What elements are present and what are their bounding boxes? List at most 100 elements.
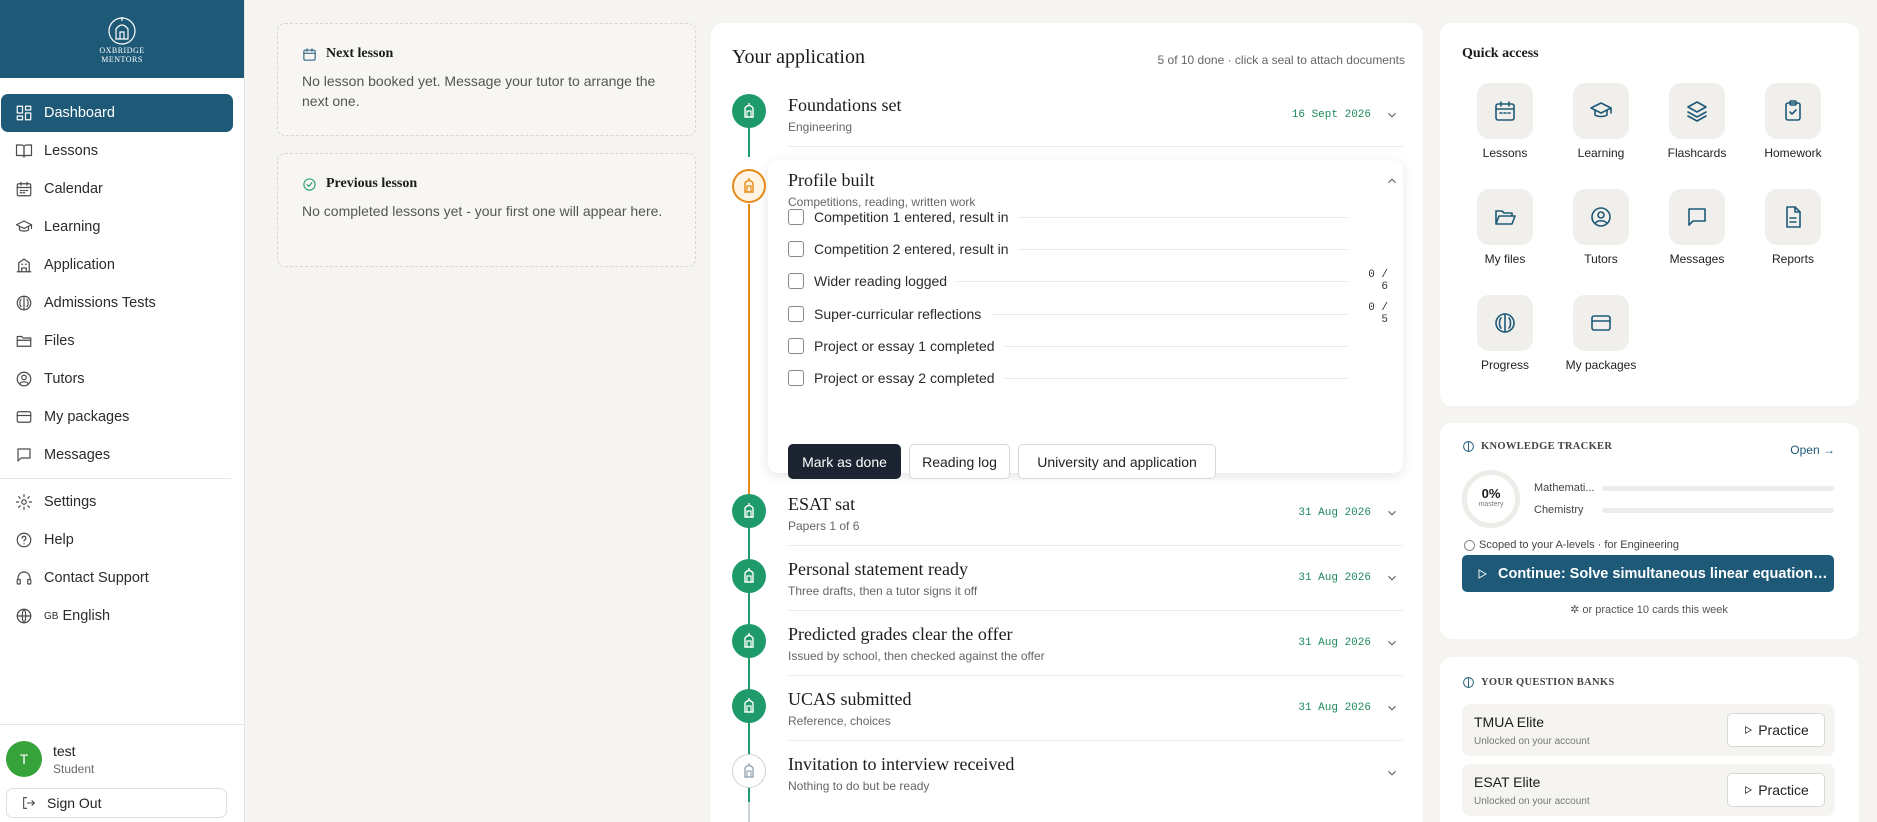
practice-cards-link[interactable]: ✲ or practice 10 cards this week [1440,603,1858,616]
sidebar-item-calendar[interactable]: Calendar [1,170,233,208]
reading-log-button[interactable]: Reading log [909,444,1010,479]
seal-ucas-submitted[interactable] [732,689,766,723]
step-esat-sat[interactable]: ESAT sat Papers 1 of 6 31 Aug 2026 [788,494,1403,533]
step-ucas-submitted[interactable]: UCAS submitted Reference, choices 31 Aug… [788,689,1403,728]
sidebar-item-files[interactable]: Files [1,322,233,360]
step-divider [788,545,1403,546]
message-icon [15,446,33,464]
sidebar-item-help[interactable]: Help [1,521,233,559]
step-date: 31 Aug 2026 [1298,572,1371,584]
seal-predicted-grades[interactable] [732,624,766,658]
chevron-down-icon[interactable] [1385,766,1399,780]
university-and-application-button[interactable]: University and application [1018,444,1216,479]
book-icon [15,142,33,160]
seal-personal-statement[interactable] [732,559,766,593]
checklist-item[interactable]: Project or essay 2 completed [788,368,1388,388]
chevron-down-icon[interactable] [1385,571,1399,585]
seal-foundations-set[interactable] [732,94,766,128]
sidebar-item-admissions-tests[interactable]: Admissions Tests [1,284,233,322]
seal-profile-built[interactable] [732,169,766,203]
avatar[interactable]: T [6,741,42,777]
sidebar-item-messages[interactable]: Messages [1,436,233,474]
quick-access-homework[interactable]: Homework [1750,83,1836,160]
language-selector[interactable]: GB English [1,597,233,635]
sidebar-item-label: Learning [44,219,101,235]
flag-label: GB [44,610,59,622]
step-personal-statement[interactable]: Personal statement ready Three drafts, t… [788,559,1403,598]
seal-interview-invitation[interactable] [732,754,766,788]
step-date: 16 Sept 2026 [1291,109,1371,121]
checklist-item[interactable]: Wider reading logged 0 / 6 [788,269,1388,293]
checkbox[interactable] [788,241,804,257]
checkbox[interactable] [788,209,804,225]
seal-esat-sat[interactable] [732,494,766,528]
continue-learning-button[interactable]: Continue: Solve simultaneous linear equa… [1462,555,1834,592]
chevron-down-icon[interactable] [1385,108,1399,122]
practice-button[interactable]: Practice [1727,773,1825,807]
step-foundations-set[interactable]: Foundations set Engineering 16 Sept 2026 [788,95,1403,134]
quick-access-learning[interactable]: Learning [1558,83,1644,160]
quick-access-label: Messages [1669,252,1725,266]
step-subtitle: Nothing to do but be ready [788,779,930,793]
user-name: test [53,743,76,759]
brand-logo[interactable]: OXBRIDGE MENTORS [0,0,244,78]
sidebar-item-tutors[interactable]: Tutors [1,360,233,398]
step-profile-built[interactable]: Profile built Competitions, reading, wri… [788,170,1403,209]
subject-row[interactable]: Mathemati... [1534,482,1834,494]
sidebar-item-label: Contact Support [44,570,149,586]
help-circle-icon [15,531,33,549]
chevron-down-icon[interactable] [1385,636,1399,650]
checklist-label: Wider reading logged [814,273,948,289]
mark-as-done-button[interactable]: Mark as done [788,444,901,479]
quick-access-tutors[interactable]: Tutors [1558,189,1644,266]
sidebar-item-dashboard[interactable]: Dashboard [1,94,233,132]
step-predicted-grades[interactable]: Predicted grades clear the offer Issued … [788,624,1403,663]
building-icon [15,256,33,274]
sidebar-item-lessons[interactable]: Lessons [1,132,233,170]
practice-label: Practice [1758,782,1809,798]
check-circle-icon [303,177,316,191]
checkbox[interactable] [788,370,804,386]
sign-out-button[interactable]: Sign Out [6,788,227,818]
checkbox[interactable] [788,338,804,354]
clipboard-icon [1785,100,1801,121]
chevron-down-icon[interactable] [1385,701,1399,715]
sidebar-item-contact-support[interactable]: Contact Support [1,559,233,597]
question-bank-note: Unlocked on your account [1474,736,1590,747]
chevron-up-icon[interactable] [1385,174,1399,188]
quick-access-progress[interactable]: Progress [1462,295,1548,372]
knowledge-tracker-open-link[interactable]: Open → [1790,443,1835,457]
checkbox[interactable] [788,306,804,322]
dashboard-icon [15,104,33,122]
quick-access-my-files[interactable]: My files [1462,189,1548,266]
checklist-item[interactable]: Super-curricular reflections 0 / 5 [788,302,1388,326]
timeline-connector [748,802,750,822]
sidebar-item-settings[interactable]: Settings [1,483,233,521]
subject-row[interactable]: Chemistry [1534,504,1834,516]
folder-icon [15,332,33,350]
dotted-leader [957,280,1348,282]
quick-access-my-packages[interactable]: My packages [1558,295,1644,372]
sidebar-item-my-packages[interactable]: My packages [1,398,233,436]
step-interview-invitation[interactable]: Invitation to interview received Nothing… [788,754,1403,793]
knowledge-tracker-title: KNOWLEDGE TRACKER [1481,441,1613,452]
checklist-item[interactable]: Competition 1 entered, result in [788,207,1388,227]
mastery-percent: 0% [1481,486,1501,501]
step-divider [788,146,1403,147]
quick-access-panel: Quick access Lessons Learning Flashcards… [1440,23,1859,406]
sidebar-item-application[interactable]: Application [1,246,233,284]
subject-progress-bar [1602,485,1834,491]
quick-access-lessons[interactable]: Lessons [1462,83,1548,160]
practice-button[interactable]: Practice [1727,713,1825,747]
quick-access-messages[interactable]: Messages [1654,189,1740,266]
brain-icon [1463,677,1474,688]
quick-access-reports[interactable]: Reports [1750,189,1836,266]
sidebar-item-learning[interactable]: Learning [1,208,233,246]
checklist-item[interactable]: Competition 2 entered, result in [788,239,1388,259]
checklist-item[interactable]: Project or essay 1 completed [788,336,1388,356]
quick-access-flashcards[interactable]: Flashcards [1654,83,1740,160]
mastery-ring: 0% mastery [1462,470,1520,528]
chevron-down-icon[interactable] [1385,506,1399,520]
checkbox[interactable] [788,273,804,289]
sidebar-item-label: Calendar [44,181,103,197]
